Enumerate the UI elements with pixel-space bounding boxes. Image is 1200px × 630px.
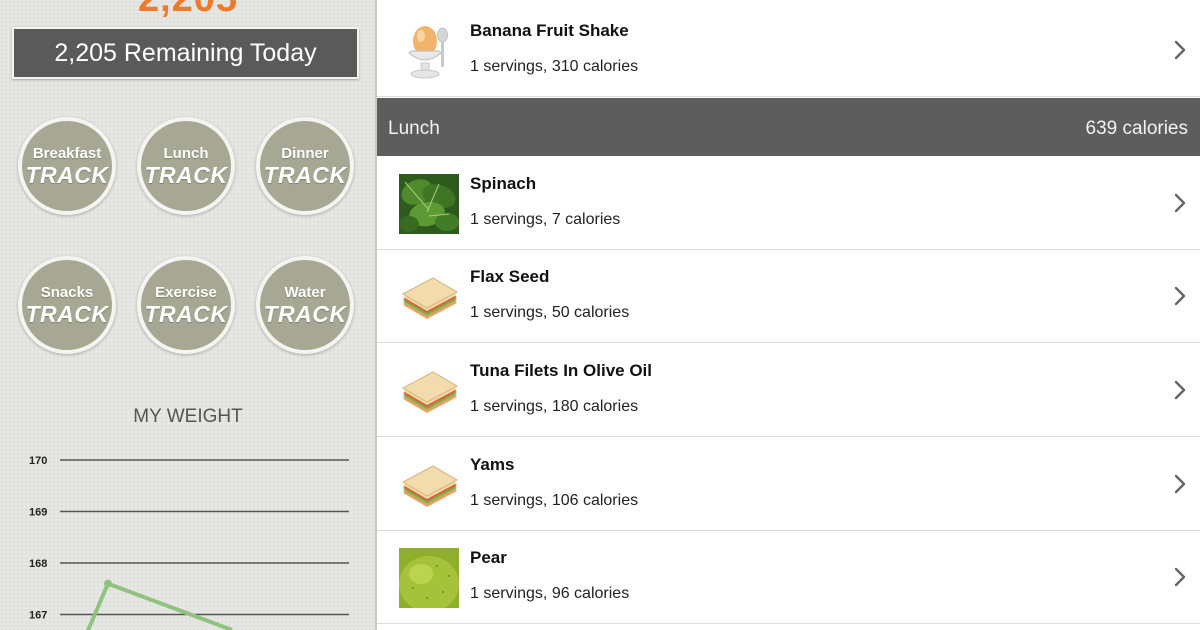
track-snacks-button[interactable]: Snacks TRACK	[18, 256, 116, 354]
track-water-button[interactable]: Water TRACK	[256, 256, 354, 354]
food-item-name: Flax Seed	[470, 267, 550, 286]
sandwich-icon	[401, 277, 459, 319]
weight-tick-label: 170	[29, 455, 47, 467]
food-item-row[interactable]: Banana Fruit Shake 1 servings, 310 calor…	[377, 4, 1200, 97]
track-button-action: TRACK	[25, 162, 109, 188]
weight-series-line	[86, 581, 233, 630]
spinach-icon	[399, 174, 459, 234]
track-button-action: TRACK	[263, 162, 347, 188]
sandwich-icon	[401, 465, 459, 507]
weight-chart: 170 169 168 167	[29, 455, 349, 630]
chevron-right-icon	[1174, 40, 1186, 60]
food-item-name: Pear	[470, 548, 507, 567]
remaining-today-banner: 2,205 Remaining Today	[12, 27, 359, 79]
track-button-action: TRACK	[25, 301, 109, 327]
weight-tick-label: 169	[29, 507, 47, 519]
food-item-name: Banana Fruit Shake	[470, 21, 629, 40]
track-button-label: Water	[284, 284, 326, 301]
track-breakfast-button[interactable]: Breakfast TRACK	[18, 117, 116, 215]
food-item-row[interactable]: Spinach 1 servings, 7 calories	[377, 157, 1200, 250]
weight-tick-label: 167	[29, 610, 47, 622]
track-dinner-button[interactable]: Dinner TRACK	[256, 117, 354, 215]
track-button-action: TRACK	[144, 162, 228, 188]
chevron-right-icon	[1174, 286, 1186, 306]
food-item-servings: 1 servings, 7 calories	[470, 211, 621, 228]
left-panel: 2,205 2,205 Remaining Today Breakfast TR…	[0, 0, 376, 630]
track-button-action: TRACK	[263, 301, 347, 327]
food-item-row[interactable]: Pear 1 servings, 96 calories	[377, 531, 1200, 624]
food-item-row[interactable]: Tuna Filets In Olive Oil 1 servings, 180…	[377, 344, 1200, 437]
track-lunch-button[interactable]: Lunch TRACK	[137, 117, 235, 215]
track-button-label: Snacks	[40, 284, 94, 301]
food-item-name: Tuna Filets In Olive Oil	[470, 361, 652, 380]
calories-remaining-number: 2,205	[0, 0, 376, 21]
chevron-right-icon	[1174, 567, 1186, 587]
section-calories: 639 calories	[1085, 118, 1188, 139]
section-title: Lunch	[388, 118, 440, 139]
food-item-servings: 1 servings, 96 calories	[470, 585, 630, 602]
weight-chart-title: MY WEIGHT	[133, 406, 243, 427]
weight-data-point	[104, 579, 112, 588]
food-item-name: Spinach	[470, 174, 537, 193]
pear-icon	[399, 548, 459, 608]
track-exercise-button[interactable]: Exercise TRACK	[137, 256, 235, 354]
chevron-right-icon	[1174, 193, 1186, 213]
sandwich-icon	[401, 371, 459, 413]
chevron-right-icon	[1174, 380, 1186, 400]
track-button-label: Dinner	[281, 145, 329, 162]
food-item-servings: 1 servings, 310 calories	[470, 58, 639, 75]
food-item-servings: 1 servings, 106 calories	[470, 492, 639, 509]
weight-tick-label: 168	[29, 558, 47, 570]
track-button-label: Exercise	[155, 284, 217, 301]
food-item-servings: 1 servings, 180 calories	[470, 398, 639, 415]
food-item-servings: 1 servings, 50 calories	[470, 304, 630, 321]
track-button-label: Breakfast	[32, 145, 102, 162]
food-item-row[interactable]: Flax Seed 1 servings, 50 calories	[377, 250, 1200, 343]
food-item-row[interactable]: Yams 1 servings, 106 calories	[377, 438, 1200, 531]
lunch-section-header: Lunch 639 calories	[377, 98, 1200, 156]
track-button-label: Lunch	[163, 145, 209, 162]
food-log-panel: Banana Fruit Shake 1 servings, 310 calor…	[377, 0, 1200, 630]
chevron-right-icon	[1174, 474, 1186, 494]
food-item-name: Yams	[470, 455, 515, 474]
egg-cup-icon	[408, 26, 448, 79]
track-button-action: TRACK	[144, 301, 228, 327]
